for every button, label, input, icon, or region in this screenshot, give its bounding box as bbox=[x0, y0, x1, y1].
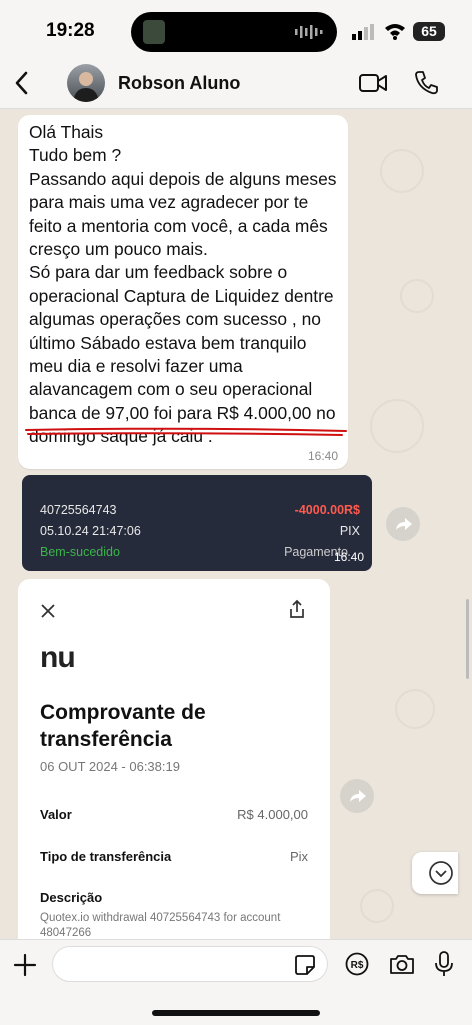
signal-icon bbox=[352, 24, 374, 40]
nubank-logo: nu bbox=[40, 641, 76, 674]
microphone-icon[interactable] bbox=[434, 950, 454, 978]
phone-call-icon[interactable] bbox=[414, 69, 438, 95]
chevron-down-icon bbox=[429, 861, 453, 885]
battery-indicator: 65 bbox=[413, 22, 445, 41]
chat-header: Robson Aluno bbox=[0, 62, 472, 109]
transaction-card-message[interactable]: 40725564743 -4000.00R$ 05.10.24 21:47:06… bbox=[22, 475, 372, 571]
status-time: 19:28 bbox=[46, 20, 95, 41]
now-playing-icon bbox=[143, 20, 165, 44]
wifi-icon bbox=[385, 24, 405, 40]
chat-area[interactable]: Olá Thais Tudo bem ? Passando aqui depoi… bbox=[0, 109, 472, 939]
message-time: 16:40 bbox=[307, 449, 338, 463]
pix-payment-icon[interactable]: R$ bbox=[345, 952, 369, 976]
wallpaper-doodle bbox=[400, 279, 434, 313]
transaction-datetime: 05.10.24 21:47:06 bbox=[40, 524, 141, 538]
home-indicator bbox=[152, 1010, 320, 1016]
person-photo-icon bbox=[73, 72, 99, 102]
receipt-image-message[interactable]: nu Comprovante de transferência 06 OUT 2… bbox=[18, 579, 330, 939]
message-text: Olá Thais Tudo bem ? Passando aqui depoi… bbox=[29, 122, 337, 447]
tipo-label: Tipo de transferência bbox=[40, 849, 172, 864]
forward-arrow-icon bbox=[350, 790, 366, 802]
valor-label: Valor bbox=[40, 807, 72, 822]
descricao-value: Quotex.io withdrawal 40725564743 for acc… bbox=[40, 912, 281, 939]
transaction-status: Bem-sucedido bbox=[40, 545, 120, 559]
input-bar: R$ bbox=[0, 939, 472, 1025]
scrollbar[interactable] bbox=[466, 599, 469, 679]
valor-value: R$ 4.000,00 bbox=[237, 807, 308, 822]
red-underline-annotation bbox=[25, 427, 347, 436]
message-input[interactable] bbox=[52, 946, 328, 982]
camera-icon[interactable] bbox=[388, 952, 416, 976]
contact-name[interactable]: Robson Aluno bbox=[118, 73, 240, 94]
message-time: 16:40 bbox=[333, 550, 364, 564]
close-icon[interactable] bbox=[40, 603, 56, 619]
contact-avatar[interactable] bbox=[67, 64, 105, 102]
share-icon[interactable] bbox=[288, 599, 306, 619]
message-bubble[interactable]: Olá Thais Tudo bem ? Passando aqui depoi… bbox=[18, 115, 348, 469]
wallpaper-doodle bbox=[360, 889, 394, 923]
scroll-to-bottom-button[interactable] bbox=[412, 852, 458, 894]
status-bar: 19:28 65 bbox=[0, 0, 472, 62]
dynamic-island bbox=[131, 12, 337, 52]
sticker-icon[interactable] bbox=[294, 954, 316, 976]
receipt-date: 06 OUT 2024 - 06:38:19 bbox=[40, 759, 180, 774]
video-call-icon[interactable] bbox=[358, 71, 388, 95]
back-arrow-icon[interactable] bbox=[12, 70, 32, 96]
forward-button[interactable] bbox=[340, 779, 374, 813]
transaction-method: PIX bbox=[339, 524, 360, 538]
transaction-amount: -4000.00R$ bbox=[294, 503, 360, 517]
transaction-id: 40725564743 bbox=[40, 503, 117, 517]
receipt-title: Comprovante de transferência bbox=[40, 701, 206, 751]
descricao-label: Descrição bbox=[40, 890, 103, 905]
svg-text:R$: R$ bbox=[351, 960, 364, 971]
plus-icon[interactable] bbox=[12, 952, 38, 978]
wallpaper-doodle bbox=[395, 689, 435, 729]
wallpaper-doodle bbox=[380, 149, 424, 193]
wallpaper-doodle bbox=[370, 399, 424, 453]
forward-arrow-icon bbox=[396, 518, 412, 530]
audio-wave-icon bbox=[295, 25, 323, 39]
forward-button[interactable] bbox=[386, 507, 420, 541]
tipo-value: Pix bbox=[289, 849, 308, 864]
